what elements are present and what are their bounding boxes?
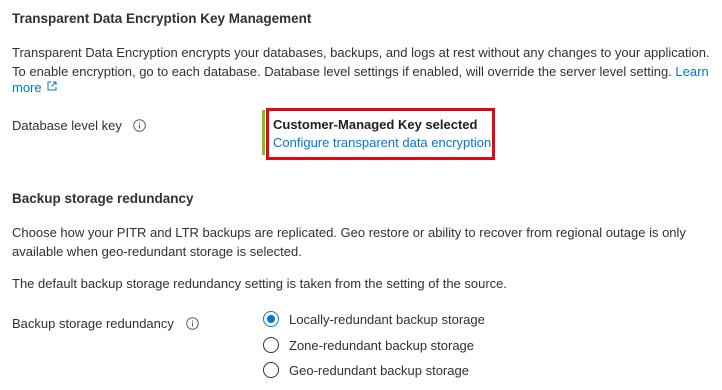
radio-geo-redundant[interactable]: Geo-redundant backup storage bbox=[263, 360, 469, 380]
radio-button[interactable] bbox=[263, 337, 279, 353]
learn-more-link[interactable]: Learn bbox=[675, 64, 708, 79]
tde-heading: Transparent Data Encryption Key Manageme… bbox=[12, 11, 312, 26]
radio-button[interactable] bbox=[263, 362, 279, 378]
db-level-label-text: Database level key bbox=[12, 118, 122, 133]
backup-description-line2: available when geo-redundant storage is … bbox=[12, 244, 302, 259]
radio-button-checked[interactable] bbox=[263, 311, 279, 327]
database-level-key-label: Database level key bbox=[12, 118, 147, 133]
backup-redundancy-label: Backup storage redundancy bbox=[12, 316, 199, 331]
radio-locally-redundant[interactable]: Locally-redundant backup storage bbox=[263, 309, 485, 329]
backup-description-line1: Choose how your PITR and LTR backups are… bbox=[12, 225, 686, 240]
backup-redundancy-label-text: Backup storage redundancy bbox=[12, 316, 174, 331]
highlight-box bbox=[266, 108, 495, 160]
radio-zone-redundant[interactable]: Zone-redundant backup storage bbox=[263, 335, 474, 355]
tde-description-line1: Transparent Data Encryption encrypts you… bbox=[12, 45, 710, 60]
external-link-icon[interactable] bbox=[47, 81, 57, 91]
radio-label: Locally-redundant backup storage bbox=[289, 311, 485, 327]
info-icon[interactable] bbox=[185, 317, 199, 330]
radio-label: Zone-redundant backup storage bbox=[289, 337, 475, 353]
learn-more-link-cont[interactable]: more bbox=[12, 78, 57, 98]
learn-more-link-more[interactable]: more bbox=[12, 80, 42, 95]
backup-heading: Backup storage redundancy bbox=[12, 191, 194, 206]
info-icon[interactable] bbox=[133, 119, 147, 132]
radio-label: Geo-redundant backup storage bbox=[289, 362, 469, 378]
tde-description-text: To enable encryption, go to each databas… bbox=[12, 64, 672, 79]
backup-default-note: The default backup storage redundancy se… bbox=[12, 276, 508, 291]
tde-description-line2: To enable encryption, go to each databas… bbox=[12, 62, 709, 82]
